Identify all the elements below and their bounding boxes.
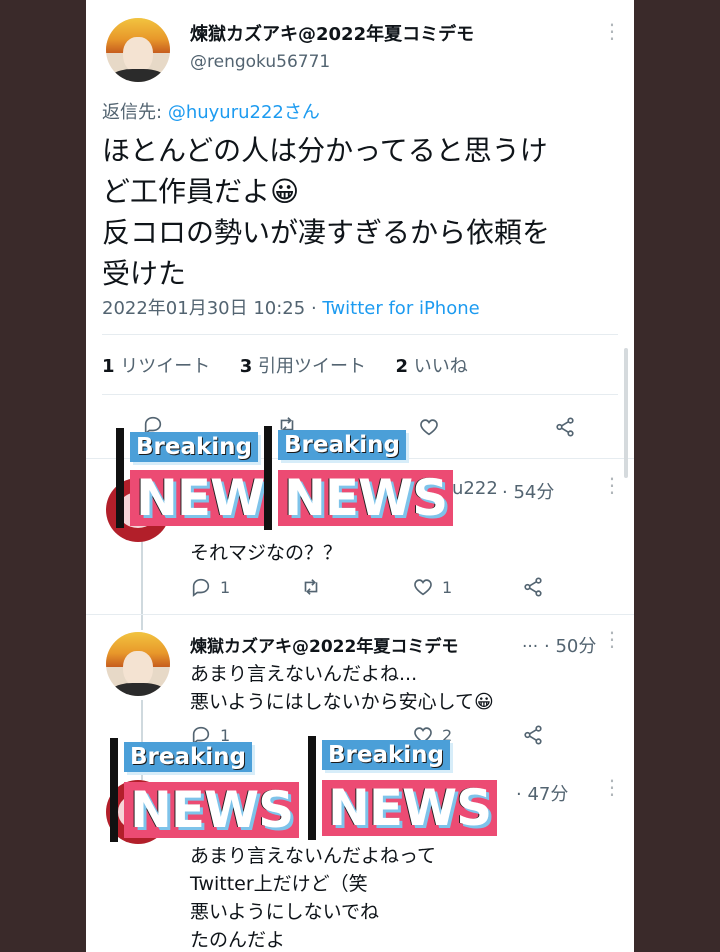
news-label: NEW xyxy=(130,470,271,526)
likes-stat[interactable]: 2 いいね xyxy=(395,356,467,377)
divider xyxy=(86,614,634,615)
reply-body-line: 悪いようにしないでね xyxy=(190,901,380,923)
heart-icon xyxy=(420,419,438,436)
breaking-label: Breaking xyxy=(124,742,253,772)
more-options-icon[interactable]: ⋮ xyxy=(602,777,622,797)
share-icon xyxy=(524,577,542,597)
tweet-body-line: 受けた xyxy=(102,257,187,290)
breaking-label: Breaking xyxy=(278,430,407,460)
more-options-icon[interactable]: ⋮ xyxy=(602,475,622,495)
overlay-bar xyxy=(308,736,316,840)
quotes-count: 3 xyxy=(239,356,253,377)
like-count: 1 xyxy=(442,577,453,597)
tweet-client-link[interactable]: Twitter for iPhone xyxy=(322,298,479,319)
scrollbar-thumb[interactable] xyxy=(624,348,628,478)
share-button[interactable] xyxy=(522,724,544,746)
reply-to-handle-link[interactable]: @huyuru222さん xyxy=(168,102,320,123)
news-label: NEWS xyxy=(124,782,300,838)
likes-label: いいね xyxy=(413,356,468,377)
reply-count: 1 xyxy=(220,577,231,597)
reply-avatar[interactable] xyxy=(106,632,170,696)
meta-separator: · xyxy=(310,298,317,319)
reply-author-name[interactable]: 煉獄カズアキ@2022年夏コミデモ xyxy=(190,632,520,657)
likes-count: 2 xyxy=(395,356,408,377)
tweet-meta: 2022年01月30日 10:25 · Twitter for iPhone xyxy=(102,294,480,320)
reply-body-line: Twitter上だけど（笑 xyxy=(190,873,368,895)
breaking-label: Breaking xyxy=(322,740,451,770)
share-icon xyxy=(556,417,574,437)
author-display-name[interactable]: 煉獄カズアキ@2022年夏コミデモ xyxy=(190,20,474,46)
reply-body-line: 悪いようにはしないから安心して😀 xyxy=(190,691,494,713)
reply-button[interactable]: 1 xyxy=(190,576,230,598)
retweet-button[interactable] xyxy=(300,576,322,598)
reply-to-label: 返信先: xyxy=(102,102,163,123)
tweet-body-line: 反コロの勢いが凄すぎるから依頼を xyxy=(102,216,551,249)
reply-time[interactable]: · 50分 xyxy=(544,632,596,658)
overlay-bar xyxy=(116,428,124,528)
tweet-stats: 1 リツイート 3 引用ツイート 2 いいね xyxy=(102,352,468,378)
tweet-body-line: ど工作員だよ😀 xyxy=(102,175,300,208)
author-handle[interactable]: @rengoku56771 xyxy=(190,52,330,72)
overlay-bar xyxy=(264,426,272,530)
share-icon xyxy=(524,725,542,745)
divider xyxy=(102,334,618,335)
breaking-label: Breaking xyxy=(130,432,259,462)
reply-body: あまり言えないんだよね... 悪いようにはしないから安心して😀 xyxy=(190,660,494,716)
retweets-stat[interactable]: 1 リツイート xyxy=(102,356,216,377)
retweets-count: 1 xyxy=(102,356,115,377)
thread-line xyxy=(141,540,143,630)
quotes-stat[interactable]: 3 引用ツイート xyxy=(240,356,372,377)
share-button[interactable] xyxy=(522,576,544,598)
more-options-icon[interactable]: ⋮ xyxy=(602,629,622,649)
more-options-icon[interactable]: ⋮ xyxy=(602,21,622,41)
reply-body: それマジなの？？ xyxy=(190,542,343,564)
tweet-body: ほとんどの人は分かってると思うけ ど工作員だよ😀 反コロの勢いが凄すぎるから依頼… xyxy=(102,130,550,294)
retweets-label: リツイート xyxy=(120,356,211,377)
reply-time[interactable]: · 47分 xyxy=(516,780,568,806)
name-ellipsis: ... xyxy=(522,632,539,652)
divider xyxy=(102,394,618,395)
news-label: NEWS xyxy=(278,470,454,526)
heart-icon xyxy=(414,579,432,596)
news-label: NEWS xyxy=(322,780,498,836)
reply-icon xyxy=(192,578,210,597)
tweet-body-line: ほとんどの人は分かってると思うけ xyxy=(102,134,548,167)
reply-body: あまり言えないんだよねって Twitter上だけど（笑 悪いようにしないでね た… xyxy=(190,842,436,952)
reply-body-line: あまり言えないんだよね... xyxy=(190,663,418,685)
share-button[interactable] xyxy=(554,416,576,438)
reply-time[interactable]: · 54分 xyxy=(502,478,554,504)
reply-to-line: 返信先: @huyuru222さん xyxy=(102,98,320,124)
reply-author-name[interactable]: u222 xyxy=(452,478,498,499)
quotes-label: 引用ツイート xyxy=(258,356,366,377)
retweet-icon xyxy=(304,579,318,595)
overlay-bar xyxy=(110,738,118,842)
reply-body-line: あまり言えないんだよねって xyxy=(190,845,437,867)
tweet-timestamp[interactable]: 2022年01月30日 10:25 xyxy=(102,298,305,319)
author-avatar[interactable] xyxy=(106,18,170,82)
like-button[interactable]: 1 xyxy=(412,576,452,598)
reply-body-line: たのんだよ xyxy=(190,929,286,951)
like-button[interactable] xyxy=(418,416,440,438)
